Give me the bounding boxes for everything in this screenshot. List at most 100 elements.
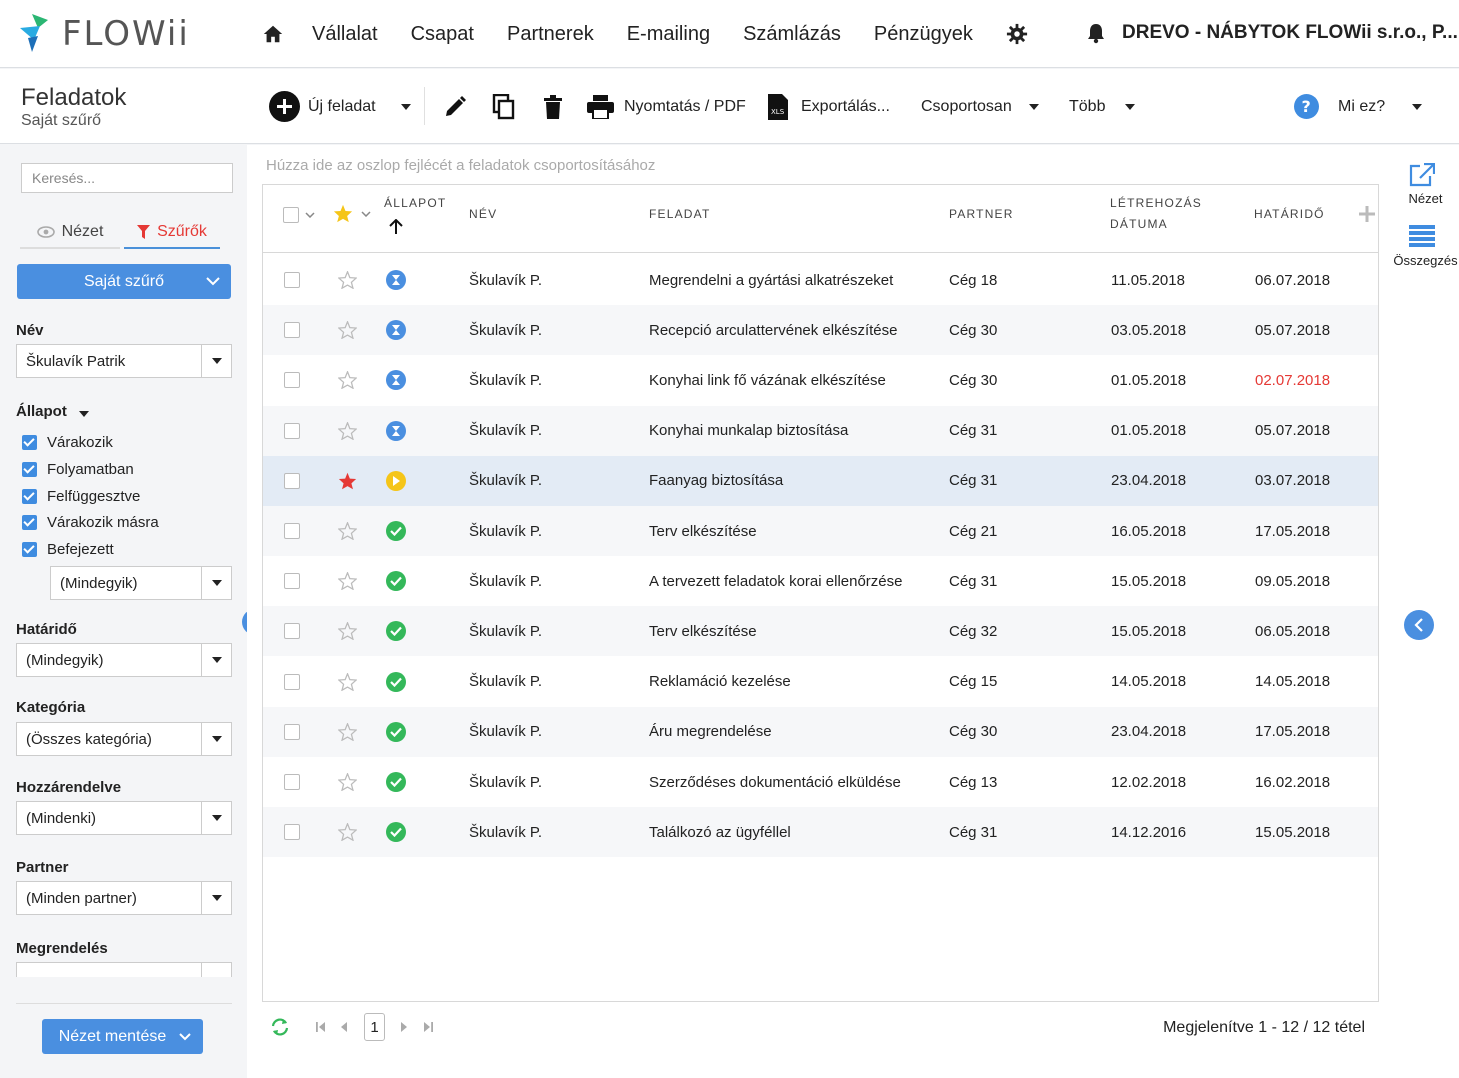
row-checkbox[interactable] (284, 807, 300, 857)
row-partner[interactable]: Cég 21 (949, 506, 997, 556)
row-task[interactable]: Terv elkészítése (649, 606, 757, 656)
bulk-actions-dropdown[interactable]: Csoportosan (921, 69, 1039, 144)
table-row[interactable]: Škulavík P. Konyhai link fő vázának elkés… (263, 355, 1378, 405)
tab-filters[interactable]: Szűrők (124, 217, 220, 249)
previous-page-icon[interactable] (340, 1022, 348, 1032)
row-task[interactable]: Konyhai munkalap biztosítása (649, 406, 848, 456)
row-name[interactable]: Škulavík P. (469, 657, 542, 707)
row-task[interactable]: Terv elkészítése (649, 506, 757, 556)
row-task[interactable]: Áru megrendelése (649, 707, 772, 757)
bell-icon[interactable] (1086, 22, 1106, 44)
row-name[interactable]: Škulavík P. (469, 606, 542, 656)
row-partner[interactable]: Cég 31 (949, 807, 997, 857)
next-page-icon[interactable] (400, 1022, 408, 1032)
row-task[interactable]: Megrendelni a gyártási alkatrészeket (649, 255, 893, 305)
help-dropdown[interactable]: ? Mi ez? (1294, 69, 1423, 144)
expand-panel-button[interactable] (1404, 610, 1434, 640)
name-select[interactable]: Škulavík Patrik (16, 344, 232, 378)
row-checkbox[interactable] (284, 456, 300, 506)
nav-item-team[interactable]: Csapat (411, 23, 474, 46)
save-view-button[interactable]: Nézet mentése (42, 1019, 203, 1054)
nav-item-finance[interactable]: Pénzügyek (874, 23, 973, 46)
state-checkbox-waiting-others[interactable]: Várakozik másra (22, 514, 159, 531)
column-header-state[interactable]: Állapot (384, 196, 446, 210)
row-partner[interactable]: Cég 31 (949, 406, 997, 456)
column-header-created[interactable]: Létrehozás (1110, 196, 1202, 210)
row-partner[interactable]: Cég 15 (949, 657, 997, 707)
row-star-toggle[interactable] (338, 757, 357, 807)
assigned-select[interactable]: (Mindenki) (16, 801, 232, 835)
table-row[interactable]: Škulavík P. Találkozó az ügyféllel Cég 31 1… (263, 807, 1378, 858)
row-name[interactable]: Škulavík P. (469, 757, 542, 807)
row-partner[interactable]: Cég 31 (949, 456, 997, 506)
nav-item-company[interactable]: Vállalat (312, 23, 378, 46)
row-partner[interactable]: Cég 32 (949, 606, 997, 656)
last-page-icon[interactable] (423, 1022, 433, 1032)
new-task-button[interactable]: Új feladat (269, 69, 376, 144)
row-partner[interactable]: Cég 13 (949, 757, 997, 807)
row-partner[interactable]: Cég 30 (949, 707, 997, 757)
copy-button[interactable] (492, 69, 516, 144)
row-name[interactable]: Škulavík P. (469, 807, 542, 857)
company-switcher[interactable]: DREVO - NÁBYTOK FLOWii s.r.o., P... (1086, 22, 1458, 44)
table-row[interactable]: Škulavík P. Szerződéses dokumentáció elkü… (263, 757, 1378, 807)
gear-icon[interactable] (1006, 23, 1028, 45)
print-button[interactable]: Nyomtatás / PDF (587, 69, 746, 144)
row-name[interactable]: Škulavík P. (469, 707, 542, 757)
column-header-deadline[interactable]: Határidő (1254, 207, 1325, 221)
edit-button[interactable] (443, 69, 467, 144)
table-row[interactable]: Škulavík P. Áru megrendelése Cég 30 23.04.2… (263, 706, 1378, 757)
row-name[interactable]: Škulavík P. (469, 255, 542, 305)
row-name[interactable]: Škulavík P. (469, 355, 542, 405)
group-drop-zone[interactable]: Húzza ide az oszlop fejlécét a feladatok… (266, 157, 655, 174)
row-star-toggle[interactable] (338, 456, 357, 506)
row-checkbox[interactable] (284, 556, 300, 606)
state-label[interactable]: Állapot (16, 403, 89, 420)
row-task[interactable]: Konyhai link fő vázának elkészítése (649, 355, 886, 405)
category-select[interactable]: (Összes kategória) (16, 722, 232, 756)
add-column-icon[interactable] (1359, 206, 1375, 222)
row-name[interactable]: Škulavík P. (469, 305, 542, 355)
column-header-created-line2[interactable]: dátuma (1110, 217, 1168, 231)
row-checkbox[interactable] (284, 757, 300, 807)
saved-filter-dropdown[interactable]: Saját szűrő (17, 264, 231, 299)
row-checkbox[interactable] (284, 506, 300, 556)
row-star-toggle[interactable] (338, 707, 357, 757)
deadline-select[interactable]: (Mindegyik) (16, 643, 232, 677)
row-name[interactable]: Škulavík P. (469, 456, 542, 506)
row-task[interactable]: Reklamáció kezelése (649, 657, 791, 707)
row-checkbox[interactable] (284, 707, 300, 757)
row-star-toggle[interactable] (338, 406, 357, 456)
row-checkbox[interactable] (284, 406, 300, 456)
column-header-name[interactable]: Név (469, 207, 497, 221)
table-row[interactable]: Škulavík P. Terv elkészítése Cég 21 16.05.2… (263, 506, 1378, 556)
sort-ascending-icon[interactable] (389, 219, 403, 235)
column-header-task[interactable]: Feladat (649, 207, 711, 221)
order-select[interactable] (16, 962, 232, 977)
row-star-toggle[interactable] (338, 556, 357, 606)
delete-button[interactable] (543, 69, 563, 144)
row-checkbox[interactable] (284, 606, 300, 656)
select-all-checkbox[interactable] (283, 207, 315, 223)
row-star-toggle[interactable] (338, 657, 357, 707)
row-task[interactable]: Faanyag biztosítása (649, 456, 783, 506)
more-dropdown[interactable]: Több (1069, 69, 1136, 144)
nav-item-emailing[interactable]: E-mailing (627, 23, 710, 46)
partner-select[interactable]: (Minden partner) (16, 881, 232, 915)
refresh-icon[interactable] (270, 1017, 290, 1037)
row-partner[interactable]: Cég 30 (949, 305, 997, 355)
company-name[interactable]: DREVO - NÁBYTOK FLOWii s.r.o., P... (1122, 22, 1458, 44)
row-partner[interactable]: Cég 18 (949, 255, 997, 305)
table-row[interactable]: Škulavík P. Faanyag biztosítása Cég 31 23.0… (263, 455, 1378, 506)
row-checkbox[interactable] (284, 355, 300, 405)
row-checkbox[interactable] (284, 255, 300, 305)
row-partner[interactable]: Cég 31 (949, 556, 997, 606)
current-page[interactable]: 1 (364, 1013, 385, 1041)
row-name[interactable]: Škulavík P. (469, 506, 542, 556)
new-task-dropdown[interactable] (401, 69, 411, 144)
nav-item-invoicing[interactable]: Számlázás (743, 23, 841, 46)
table-row[interactable]: Škulavík P. A tervezett feladatok korai e… (263, 556, 1378, 606)
search-input[interactable] (21, 163, 233, 193)
row-star-toggle[interactable] (338, 506, 357, 556)
state-checkbox-waiting[interactable]: Várakozik (22, 434, 113, 451)
